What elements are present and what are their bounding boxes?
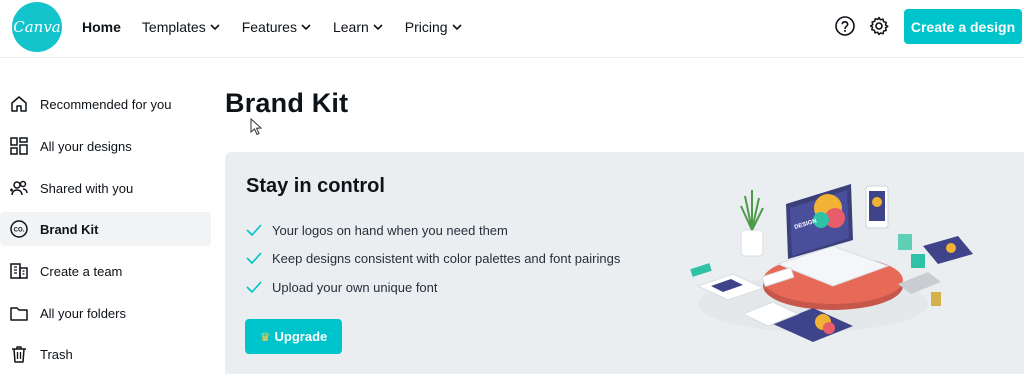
crown-icon: ♛ [259, 329, 271, 344]
gear-icon[interactable] [868, 15, 890, 37]
canva-logo[interactable]: Canva [12, 2, 62, 52]
feature-item: Keep designs consistent with color palet… [246, 248, 620, 268]
home-icon [9, 94, 29, 114]
sidebar-item-label: Recommended for you [40, 96, 172, 112]
sidebar-item-all-designs[interactable]: All your designs [0, 129, 211, 163]
sidebar-item-shared[interactable]: Shared with you [0, 171, 211, 205]
nav-features[interactable]: Features [242, 19, 311, 35]
main-nav: Home Templates Features Learn Pricing [82, 0, 484, 54]
check-icon [246, 281, 262, 293]
feature-text: Your logos on hand when you need them [272, 222, 508, 238]
sidebar: Recommended for you All your designs Sha… [0, 58, 215, 374]
sidebar-item-brand-kit[interactable]: CO. Brand Kit [0, 212, 211, 246]
sidebar-item-create-team[interactable]: Create a team [0, 254, 211, 288]
sidebar-item-label: Shared with you [40, 180, 134, 196]
sidebar-item-label: Brand Kit [40, 221, 99, 237]
upgrade-label: Upgrade [274, 329, 328, 344]
building-icon [9, 261, 29, 281]
nav-pricing[interactable]: Pricing [405, 19, 462, 35]
brand-kit-illustration: DESIGN [690, 184, 973, 342]
sidebar-item-label: Create a team [40, 263, 123, 279]
chevron-down-icon [452, 24, 462, 30]
nav-templates[interactable]: Templates [142, 19, 220, 35]
create-design-button[interactable]: Create a design [904, 9, 1022, 44]
feature-item: Upload your own unique font [246, 277, 438, 297]
sidebar-item-trash[interactable]: Trash [0, 337, 211, 371]
sidebar-item-recommended[interactable]: Recommended for you [0, 87, 211, 121]
chevron-down-icon [210, 24, 220, 30]
check-icon [246, 224, 262, 236]
svg-text:CO.: CO. [14, 228, 25, 234]
brand-kit-icon: CO. [9, 219, 29, 239]
promo-title: Stay in control [246, 175, 385, 197]
check-icon [246, 252, 262, 264]
logo-text: Canva [13, 18, 61, 36]
nav-features-label: Features [241, 19, 297, 35]
nav-learn[interactable]: Learn [333, 19, 383, 35]
chevron-down-icon [373, 24, 383, 30]
nav-templates-label: Templates [141, 19, 206, 35]
sidebar-item-label: All your designs [40, 138, 132, 154]
grid-icon [9, 136, 29, 156]
feature-item: Your logos on hand when you need them [246, 220, 508, 240]
feature-text: Upload your own unique font [272, 279, 438, 295]
nav-home[interactable]: Home [82, 19, 121, 35]
mouse-cursor-icon [250, 118, 263, 136]
shared-users-icon [9, 178, 29, 198]
nav-learn-label: Learn [332, 19, 369, 35]
promo-panel: Stay in control Your logos on hand when … [225, 152, 1024, 374]
trash-icon [9, 344, 29, 364]
sidebar-item-label: All your folders [40, 305, 126, 321]
top-navigation: Canva Home Templates Features Learn Pric… [0, 0, 1024, 58]
sidebar-item-label: Trash [40, 346, 73, 362]
nav-pricing-label: Pricing [404, 19, 448, 35]
feature-text: Keep designs consistent with color palet… [272, 250, 621, 266]
upgrade-button[interactable]: ♛ Upgrade [245, 319, 342, 354]
page-title: Brand Kit [225, 88, 349, 118]
nav-home-label: Home [82, 19, 121, 35]
question-circle-icon[interactable] [834, 15, 856, 37]
folder-icon [9, 303, 29, 323]
sidebar-item-folders[interactable]: All your folders [0, 296, 211, 330]
chevron-down-icon [301, 24, 311, 30]
